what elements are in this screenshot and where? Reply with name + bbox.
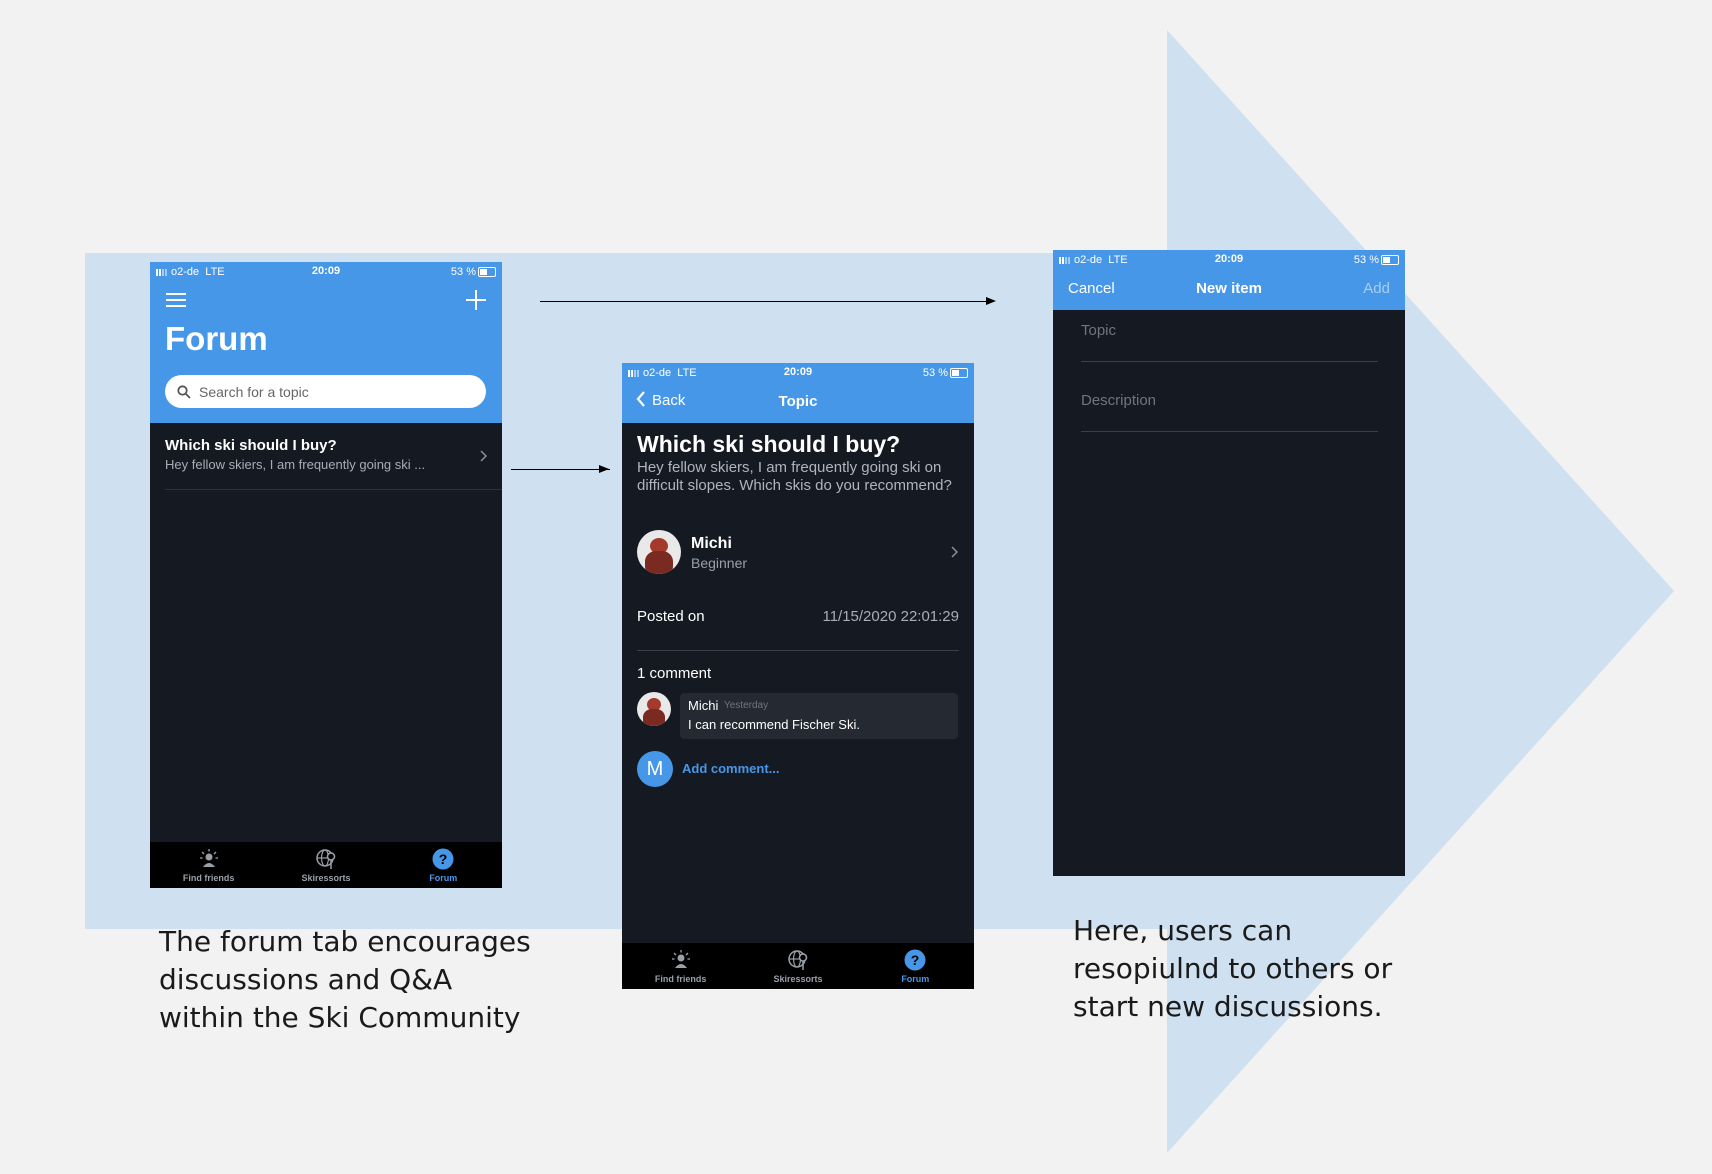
page-title: Forum: [165, 320, 268, 357]
posted-label: Posted on: [637, 608, 705, 625]
tab-forum[interactable]: ? Forum: [385, 842, 502, 888]
search-input[interactable]: Search for a topic: [199, 384, 309, 400]
search-bar[interactable]: Search for a topic: [165, 375, 486, 408]
battery-icon: [478, 267, 496, 278]
tab-skiressorts[interactable]: Skiressorts: [267, 842, 384, 888]
globe-pin-icon: [788, 950, 808, 970]
user-avatar: M: [637, 751, 673, 787]
svg-text:?: ?: [911, 952, 920, 968]
topic-list-item[interactable]: Which ski should I buy? Hey fellow skier…: [165, 437, 502, 490]
nav-title: Topic: [778, 393, 818, 410]
tab-label: Forum: [429, 873, 458, 883]
tab-label: Skiressorts: [773, 974, 823, 984]
tab-label: Find friends: [182, 873, 235, 883]
arrow-line-to-topic: [511, 469, 610, 470]
topic-body: Hey fellow skiers, I am frequently going…: [637, 459, 952, 494]
chevron-right-icon: [480, 450, 488, 462]
comment-author: Michi: [688, 698, 719, 713]
clock: 20:09: [1214, 253, 1244, 265]
tab-find-friends[interactable]: Find friends: [622, 943, 739, 989]
comment-time: Yesterday: [724, 700, 769, 711]
nav-title: New item: [1196, 280, 1262, 297]
topic-title: Which ski should I buy?: [165, 437, 337, 454]
tab-bar: Find friends Skiressorts ? Forum: [150, 842, 502, 888]
comment-text: I can recommend Fischer Ski.: [688, 717, 860, 732]
add-button[interactable]: Add: [1363, 280, 1390, 297]
tab-skiressorts[interactable]: Skiressorts: [739, 943, 856, 989]
description-input[interactable]: Description: [1081, 392, 1156, 409]
find-friends-icon: [199, 849, 218, 867]
topic-screen: o2-de LTE 20:09 53 % Back Topic Which sk…: [622, 363, 974, 989]
author-name: Michi: [691, 535, 732, 552]
new-item-header: o2-de LTE 20:09 53 % Cancel New item Add: [1053, 250, 1405, 310]
caption-left: The forum tab encourages discussions and…: [159, 925, 531, 1034]
topic-header: o2-de LTE 20:09 53 % Back Topic: [622, 363, 974, 423]
arrowhead-icon: [599, 465, 609, 473]
arrowhead-icon: [986, 297, 996, 305]
status-bar: o2-de LTE 20:09 53 %: [1053, 250, 1405, 270]
tab-label: Find friends: [654, 974, 707, 984]
battery-icon: [950, 368, 968, 379]
tab-label: Forum: [901, 974, 930, 984]
add-comment-link[interactable]: Add comment...: [682, 761, 780, 776]
search-icon: [177, 385, 191, 399]
menu-icon[interactable]: [166, 293, 186, 307]
forum-header: o2-de LTE 20:09 53 % Forum Search for a …: [150, 262, 502, 423]
find-friends-icon: [671, 950, 690, 968]
chevron-right-icon: [951, 546, 959, 558]
svg-text:?: ?: [439, 851, 448, 867]
tab-find-friends[interactable]: Find friends: [150, 842, 267, 888]
clock: 20:09: [783, 366, 813, 378]
comment-bubble: Michi Yesterday I can recommend Fischer …: [680, 693, 958, 739]
question-icon: ?: [432, 848, 454, 870]
battery-icon: [1381, 255, 1399, 266]
topic-field[interactable]: Topic: [1081, 322, 1378, 362]
battery-label: 53 %: [1353, 254, 1379, 266]
globe-pin-icon: [316, 849, 336, 869]
forum-screen: o2-de LTE 20:09 53 % Forum Search for a …: [150, 262, 502, 888]
divider: [637, 650, 959, 651]
topic-preview: Hey fellow skiers, I am frequently going…: [165, 457, 426, 472]
new-item-screen: o2-de LTE 20:09 53 % Cancel New item Add…: [1053, 250, 1405, 876]
comment-count: 1 comment: [637, 665, 712, 682]
battery-label: 53 %: [450, 266, 476, 278]
arrow-line-to-new-item: [540, 301, 988, 302]
comment-avatar: [637, 692, 671, 726]
question-icon: ?: [904, 949, 926, 971]
author-row[interactable]: Michi Beginner: [637, 530, 959, 576]
avatar: [637, 530, 681, 574]
add-topic-button[interactable]: [466, 290, 486, 310]
status-bar: o2-de LTE 20:09 53 %: [150, 262, 502, 282]
topic-heading: Which ski should I buy?: [637, 431, 901, 457]
battery-label: 53 %: [922, 367, 948, 379]
tab-bar: Find friends Skiressorts ? Forum: [622, 943, 974, 989]
author-level: Beginner: [691, 555, 748, 571]
posted-value: 11/15/2020 22:01:29: [822, 608, 959, 625]
tab-label: Skiressorts: [301, 873, 351, 883]
caption-right: Here, users can resopiulnd to others or …: [1073, 914, 1393, 1023]
description-field[interactable]: Description: [1081, 392, 1378, 432]
topic-input[interactable]: Topic: [1081, 322, 1116, 339]
status-bar: o2-de LTE 20:09 53 %: [622, 363, 974, 383]
clock: 20:09: [311, 265, 341, 277]
tab-forum[interactable]: ? Forum: [857, 943, 974, 989]
